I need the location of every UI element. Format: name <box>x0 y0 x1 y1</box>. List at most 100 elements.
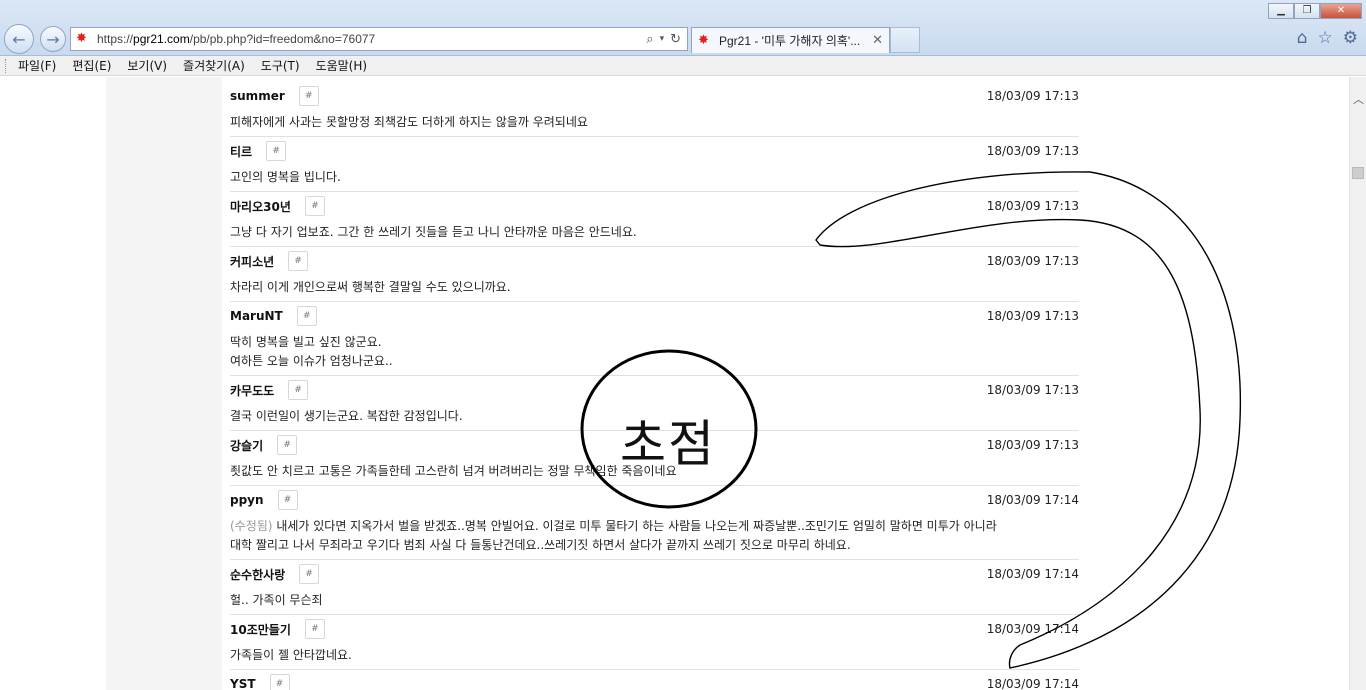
comment-header: summer #18/03/09 17:13 <box>230 82 1079 110</box>
comment-permalink-button[interactable]: # <box>266 141 287 161</box>
comment-permalink-button[interactable]: # <box>296 306 317 326</box>
menu-bar: 파일(F) 편집(E) 보기(V) 즐겨찾기(A) 도구(T) 도움말(H) <box>0 56 1366 76</box>
comment-header: 마리오30년 #18/03/09 17:13 <box>230 192 1079 220</box>
comment-text-line: 차라리 이게 개인으로써 행복한 결말일 수도 있으니까요. <box>230 278 1079 297</box>
forward-arrow-icon: → <box>46 29 60 49</box>
edited-marker: (수정됨) <box>230 519 273 533</box>
comment-item: 커피소년 #18/03/09 17:13 차라리 이게 개인으로써 행복한 결말일 … <box>230 247 1079 302</box>
comment-author[interactable]: 티르 <box>230 143 252 160</box>
maximize-button[interactable]: ❐ <box>1294 3 1320 19</box>
comment-body: (수정됨) 내세가 있다면 지옥가서 벌을 받겠죠..명복 안빌어요. 이걸로 … <box>230 514 1079 559</box>
comment-timestamp: 18/03/09 17:13 <box>986 144 1079 158</box>
comment-timestamp: 18/03/09 17:13 <box>986 438 1079 452</box>
comment-text-line: 헐.. 가족이 무슨죄 <box>230 591 1079 610</box>
minimize-button[interactable]: ▁ <box>1268 3 1294 19</box>
dropdown-chevron-icon[interactable]: ▾ <box>660 34 665 44</box>
comment-permalink-button[interactable]: # <box>288 380 309 400</box>
tab-favicon-icon: ✸ <box>698 32 709 48</box>
refresh-icon[interactable]: ↻ <box>670 32 681 47</box>
vertical-scrollbar[interactable]: ︿ <box>1349 77 1366 690</box>
comment-permalink-button[interactable]: # <box>277 435 298 455</box>
comment-timestamp: 18/03/09 17:14 <box>986 677 1079 690</box>
comment-text-line: 고인의 명복을 빕니다. <box>230 168 1079 187</box>
comment-author[interactable]: 강슬기 <box>230 437 263 454</box>
forward-button[interactable]: → <box>40 26 66 52</box>
comment-author[interactable]: summer <box>230 89 285 103</box>
comment-body: 피해자에게 사과는 못할망정 죄책감도 더하게 하지는 않을까 우려되네요 <box>230 110 1079 136</box>
comment-timestamp: 18/03/09 17:13 <box>986 199 1079 213</box>
comment-author[interactable]: 카무도도 <box>230 382 274 399</box>
menu-favorites[interactable]: 즐겨찾기(A) <box>183 57 245 74</box>
comment-text: 결국 이런일이 생기는군요. 복잡한 감정입니다. <box>230 409 463 423</box>
comment-item: summer #18/03/09 17:13 피해자에게 사과는 못할망정 죄책감도… <box>230 82 1079 137</box>
comment-header: 티르 #18/03/09 17:13 <box>230 137 1079 165</box>
back-arrow-icon: ← <box>12 29 26 49</box>
left-gutter <box>106 77 222 690</box>
comment-timestamp: 18/03/09 17:13 <box>986 254 1079 268</box>
url-text[interactable]: https://pgr21.com/pb/pb.php?id=freedom&n… <box>97 32 646 46</box>
comment-author[interactable]: 10조만들기 <box>230 621 291 638</box>
favorites-star-icon[interactable]: ☆ <box>1318 28 1333 48</box>
comment-timestamp: 18/03/09 17:14 <box>986 622 1079 636</box>
new-tab-button[interactable] <box>890 27 920 53</box>
comment-body: 딱히 명복을 빌고 싶진 않군요. 여하튼 오늘 이슈가 엄청나군요.. <box>230 330 1079 375</box>
comment-text-line: (수정됨) 내세가 있다면 지옥가서 벌을 받겠죠..명복 안빌어요. 이걸로 … <box>230 517 1079 536</box>
focus-annotation-label: 초점 <box>620 415 716 473</box>
comment-body: 그냥 다 자기 업보죠. 그간 한 쓰레기 짓들을 듣고 나니 안타까운 마음은… <box>230 220 1079 246</box>
menu-edit[interactable]: 편집(E) <box>72 57 111 74</box>
address-bar[interactable]: ✸ https://pgr21.com/pb/pb.php?id=freedom… <box>70 27 688 51</box>
comment-header: 카무도도 #18/03/09 17:13 <box>230 376 1079 404</box>
menu-view[interactable]: 보기(V) <box>127 57 167 74</box>
close-window-button[interactable]: ✕ <box>1320 3 1362 19</box>
comment-author[interactable]: YST <box>230 677 256 690</box>
comment-permalink-button[interactable]: # <box>304 619 325 639</box>
comment-author[interactable]: ppyn <box>230 493 264 507</box>
comment-timestamp: 18/03/09 17:13 <box>986 309 1079 323</box>
comment-permalink-button[interactable]: # <box>299 564 320 584</box>
comment-item: MaruNT #18/03/09 17:13 딱히 명복을 빌고 싶진 않군요. 여하… <box>230 302 1079 376</box>
comment-author[interactable]: 순수한사랑 <box>230 566 285 583</box>
menu-grip <box>5 59 7 73</box>
comment-permalink-button[interactable]: # <box>277 490 298 510</box>
window-controls: ▁ ❐ ✕ <box>1268 3 1362 19</box>
menu-help[interactable]: 도움말(H) <box>316 57 368 74</box>
comment-author[interactable]: 커피소년 <box>230 253 274 270</box>
comment-text-line: 가족들이 젤 안타깝네요. <box>230 646 1079 665</box>
comment-permalink-button[interactable]: # <box>298 86 319 106</box>
comment-timestamp: 18/03/09 17:13 <box>986 383 1079 397</box>
comment-permalink-button[interactable]: # <box>288 251 309 271</box>
url-path: /pb/pb.php?id=freedom&no=76077 <box>189 32 376 46</box>
browser-titlebar: ← → ✸ https://pgr21.com/pb/pb.php?id=fre… <box>0 0 1366 56</box>
comment-header: YST #18/03/09 17:14 <box>230 670 1079 690</box>
settings-gear-icon[interactable]: ⚙ <box>1343 28 1358 48</box>
menu-file[interactable]: 파일(F) <box>18 57 56 74</box>
comment-text: 가족들이 젤 안타깝네요. <box>230 648 352 662</box>
scroll-thumb[interactable] <box>1352 167 1364 179</box>
comment-permalink-button[interactable]: # <box>269 674 290 690</box>
comment-item: YST #18/03/09 17:14 <box>230 670 1079 690</box>
search-icon[interactable]: ⌕ <box>646 32 653 47</box>
comment-text-line: 피해자에게 사과는 못할망정 죄책감도 더하게 하지는 않을까 우려되네요 <box>230 113 1079 132</box>
tab-close-icon[interactable]: ✕ <box>872 33 883 48</box>
comment-permalink-button[interactable]: # <box>304 196 325 216</box>
comment-body: 고인의 명복을 빕니다. <box>230 165 1079 191</box>
menu-tools[interactable]: 도구(T) <box>261 57 300 74</box>
comment-text: 차라리 이게 개인으로써 행복한 결말일 수도 있으니까요. <box>230 280 511 294</box>
comment-text: 대학 짤리고 나서 무죄라고 우기다 범죄 사실 다 들통난건데요..쓰레기짓 … <box>230 538 851 552</box>
comment-text: 죗값도 안 치르고 고통은 가족들한테 고스란히 넘겨 버려버리는 정말 무책임… <box>230 464 677 478</box>
comment-header: 10조만들기 #18/03/09 17:14 <box>230 615 1079 643</box>
comment-author[interactable]: 마리오30년 <box>230 198 291 215</box>
home-icon[interactable]: ⌂ <box>1297 28 1308 48</box>
comment-text: 고인의 명복을 빕니다. <box>230 170 341 184</box>
browser-tab-active[interactable]: ✸ Pgr21 - '미투 가해자 의혹'... ✕ <box>691 27 890 53</box>
comment-text: 그냥 다 자기 업보죠. 그간 한 쓰레기 짓들을 듣고 나니 안타까운 마음은… <box>230 225 637 239</box>
browser-toolbar-icons: ⌂ ☆ ⚙ <box>1297 28 1358 48</box>
comment-text-line: 그냥 다 자기 업보죠. 그간 한 쓰레기 짓들을 듣고 나니 안타까운 마음은… <box>230 223 1079 242</box>
back-button[interactable]: ← <box>4 24 34 54</box>
scroll-up-arrow-icon[interactable]: ︿ <box>1353 91 1364 107</box>
comment-author[interactable]: MaruNT <box>230 309 283 323</box>
comment-text: 여하튼 오늘 이슈가 엄청나군요.. <box>230 354 393 368</box>
url-domain: pgr21.com <box>133 32 190 46</box>
comment-text-line: 여하튼 오늘 이슈가 엄청나군요.. <box>230 352 1079 371</box>
comment-text-line: 딱히 명복을 빌고 싶진 않군요. <box>230 333 1079 352</box>
